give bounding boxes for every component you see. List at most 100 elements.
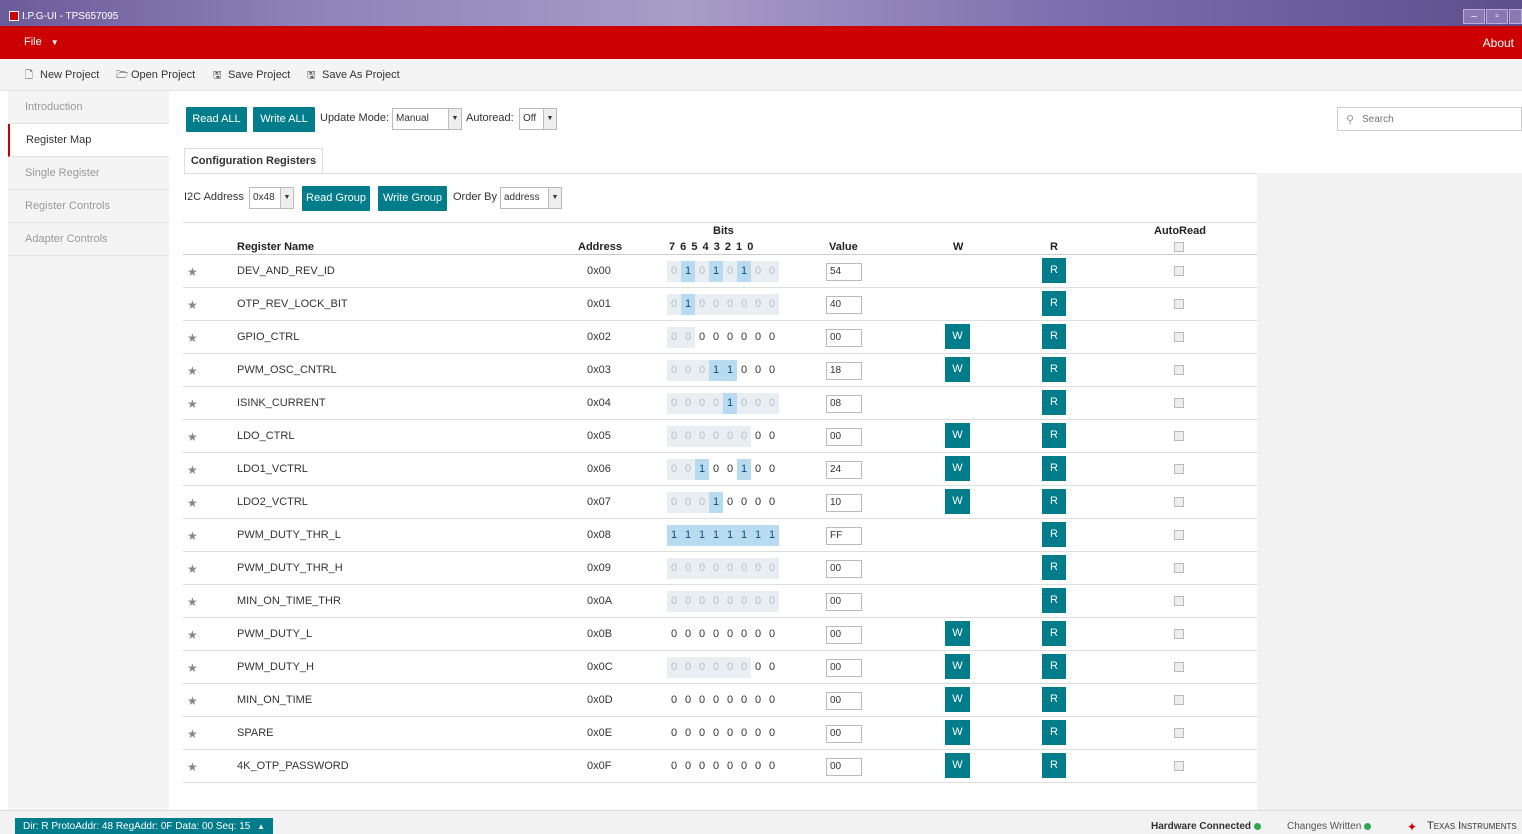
register-value-field[interactable]: 24 (826, 461, 862, 479)
bit-cell[interactable]: 0 (695, 624, 709, 645)
write-register-button[interactable]: W (945, 654, 970, 679)
favorite-star-icon[interactable]: ★ (187, 496, 198, 510)
sidebar-item-adapter-controls[interactable]: Adapter Controls (8, 223, 169, 256)
bit-cell[interactable]: 0 (765, 756, 779, 777)
read-register-button[interactable]: R (1042, 357, 1066, 382)
bit-cell[interactable]: 0 (737, 624, 751, 645)
write-register-button[interactable]: W (945, 324, 970, 349)
bit-cell[interactable]: 0 (695, 327, 709, 348)
new-project-button[interactable]: 🗋 New Project (25, 69, 99, 81)
bit-cell[interactable]: 0 (737, 360, 751, 381)
bit-cell[interactable]: 0 (723, 492, 737, 513)
bit-cell[interactable]: 0 (751, 360, 765, 381)
bit-cell[interactable]: 0 (667, 690, 681, 711)
autoread-checkbox[interactable] (1174, 596, 1184, 606)
about-menu[interactable]: About (1483, 36, 1514, 50)
bit-cell[interactable]: 0 (765, 426, 779, 447)
minimize-icon[interactable]: – (1463, 9, 1485, 24)
register-value-field[interactable]: 00 (826, 593, 862, 611)
autoread-checkbox[interactable] (1174, 728, 1184, 738)
bit-cell[interactable]: 0 (709, 624, 723, 645)
write-register-button[interactable]: W (945, 720, 970, 745)
bit-cell[interactable]: 0 (681, 756, 695, 777)
autoread-checkbox[interactable] (1174, 431, 1184, 441)
bit-cell[interactable]: 0 (765, 690, 779, 711)
bit-cell[interactable]: 0 (723, 327, 737, 348)
read-register-button[interactable]: R (1042, 456, 1066, 481)
bit-cell[interactable]: 0 (723, 459, 737, 480)
tab-configuration-registers[interactable]: Configuration Registers (184, 148, 323, 174)
autoread-checkbox[interactable] (1174, 332, 1184, 342)
write-all-button[interactable]: Write ALL (253, 107, 315, 132)
bit-cell[interactable]: 0 (723, 723, 737, 744)
bit-cell[interactable]: 1 (737, 459, 751, 480)
bit-cell[interactable]: 0 (709, 459, 723, 480)
read-all-button[interactable]: Read ALL (186, 107, 247, 132)
favorite-star-icon[interactable]: ★ (187, 463, 198, 477)
register-value-field[interactable]: 54 (826, 263, 862, 281)
bit-cell[interactable]: 0 (723, 624, 737, 645)
open-project-button[interactable]: 🗁 Open Project (116, 69, 195, 81)
favorite-star-icon[interactable]: ★ (187, 397, 198, 411)
bit-cell[interactable]: 0 (709, 723, 723, 744)
favorite-star-icon[interactable]: ★ (187, 661, 198, 675)
bit-cell[interactable]: 0 (709, 690, 723, 711)
autoread-checkbox[interactable] (1174, 662, 1184, 672)
bit-cell[interactable]: 1 (723, 360, 737, 381)
bit-cell[interactable]: 0 (681, 624, 695, 645)
register-value-field[interactable]: 18 (826, 362, 862, 380)
transaction-info-button[interactable]: Dir: R ProtoAddr: 48 RegAddr: 0F Data: 0… (15, 818, 274, 834)
register-value-field[interactable]: 00 (826, 329, 862, 347)
bit-cell[interactable]: 0 (765, 624, 779, 645)
autoread-checkbox[interactable] (1174, 695, 1184, 705)
bit-cell[interactable]: 0 (681, 723, 695, 744)
read-register-button[interactable]: R (1042, 291, 1066, 316)
order-by-select[interactable]: address ▼ (500, 187, 562, 209)
write-register-button[interactable]: W (945, 456, 970, 481)
autoread-checkbox[interactable] (1174, 629, 1184, 639)
register-value-field[interactable]: 00 (826, 725, 862, 743)
bit-cell[interactable]: 0 (751, 624, 765, 645)
favorite-star-icon[interactable]: ★ (187, 628, 198, 642)
register-value-field[interactable]: 40 (826, 296, 862, 314)
bit-cell[interactable]: 0 (695, 723, 709, 744)
register-value-field[interactable]: 00 (826, 560, 862, 578)
save-as-project-button[interactable]: 🖫 Save As Project (307, 69, 400, 81)
favorite-star-icon[interactable]: ★ (187, 694, 198, 708)
search-box[interactable]: ⚲ (1337, 107, 1522, 131)
register-value-field[interactable]: 00 (826, 428, 862, 446)
sidebar-item-single-register[interactable]: Single Register (8, 157, 169, 190)
autoread-checkbox[interactable] (1174, 563, 1184, 573)
read-register-button[interactable]: R (1042, 489, 1066, 514)
read-register-button[interactable]: R (1042, 687, 1066, 712)
read-group-button[interactable]: Read Group (302, 186, 370, 211)
autoread-checkbox[interactable] (1174, 299, 1184, 309)
favorite-star-icon[interactable]: ★ (187, 430, 198, 444)
bit-cell[interactable]: 0 (751, 657, 765, 678)
bit-cell[interactable]: 0 (751, 723, 765, 744)
autoread-checkbox[interactable] (1174, 398, 1184, 408)
register-value-field[interactable]: 08 (826, 395, 862, 413)
bit-cell[interactable]: 0 (667, 756, 681, 777)
register-value-field[interactable]: 00 (826, 692, 862, 710)
read-register-button[interactable]: R (1042, 621, 1066, 646)
sidebar-item-introduction[interactable]: Introduction (8, 91, 169, 124)
bit-cell[interactable]: 0 (723, 756, 737, 777)
save-project-button[interactable]: 🖫 Save Project (213, 69, 290, 81)
register-value-field[interactable]: 00 (826, 659, 862, 677)
close-icon[interactable] (1509, 9, 1522, 24)
bit-cell[interactable]: 0 (737, 756, 751, 777)
bit-cell[interactable]: 0 (765, 657, 779, 678)
bit-cell[interactable]: 0 (667, 624, 681, 645)
autoread-checkbox[interactable] (1174, 761, 1184, 771)
favorite-star-icon[interactable]: ★ (187, 595, 198, 609)
autoread-checkbox[interactable] (1174, 266, 1184, 276)
bit-cell[interactable]: 0 (765, 327, 779, 348)
read-register-button[interactable]: R (1042, 588, 1066, 613)
bit-cell[interactable]: 0 (695, 690, 709, 711)
read-register-button[interactable]: R (1042, 423, 1066, 448)
bit-cell[interactable]: 0 (695, 756, 709, 777)
write-register-button[interactable]: W (945, 753, 970, 778)
read-register-button[interactable]: R (1042, 522, 1066, 547)
search-input[interactable] (1362, 111, 1512, 127)
